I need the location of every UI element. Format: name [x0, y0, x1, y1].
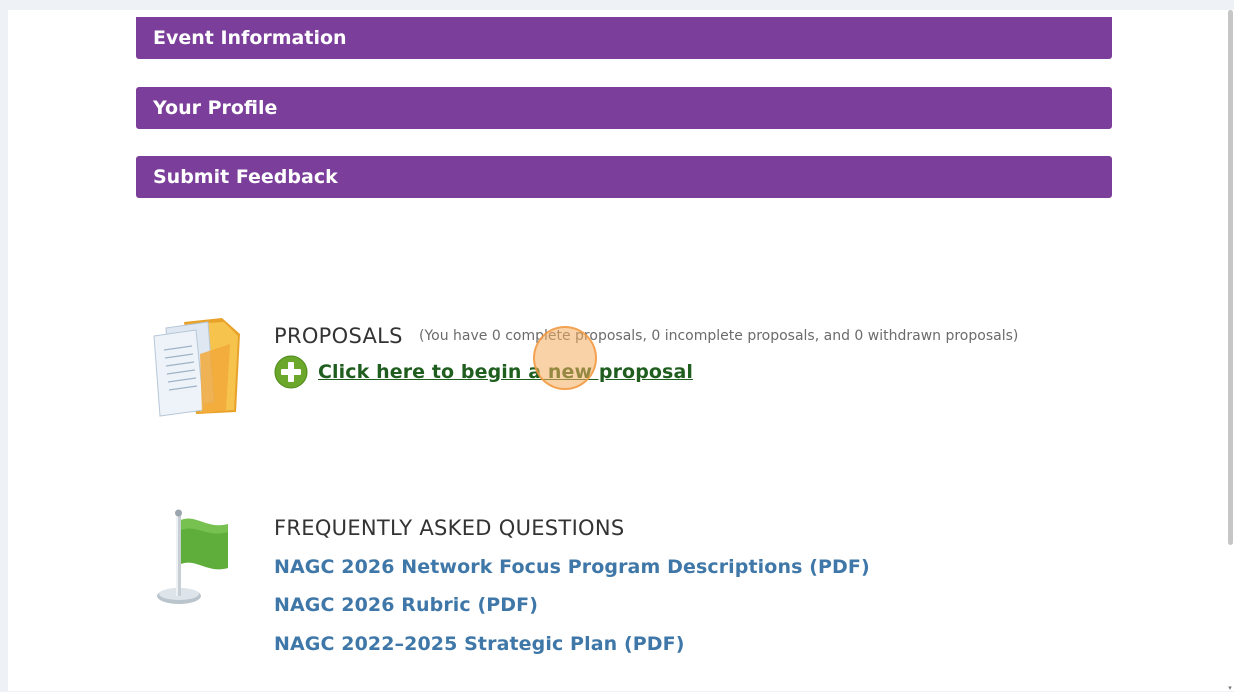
faq-link-network-focus[interactable]: NAGC 2026 Network Focus Program Descript…: [274, 556, 870, 578]
proposals-summary: (You have 0 complete proposals, 0 incomp…: [419, 328, 1019, 344]
begin-new-proposal-label[interactable]: Click here to begin a new proposal: [318, 361, 693, 383]
documents-folder-icon: [144, 314, 242, 422]
faq-link-strategic-plan[interactable]: NAGC 2022–2025 Strategic Plan (PDF): [274, 633, 685, 655]
event-information-accordion[interactable]: Event Information: [136, 17, 1112, 59]
proposals-title: PROPOSALS: [274, 324, 403, 348]
scrollbar-thumb[interactable]: [1228, 10, 1233, 545]
submit-feedback-accordion[interactable]: Submit Feedback: [136, 156, 1112, 198]
faq-link-rubric[interactable]: NAGC 2026 Rubric (PDF): [274, 594, 538, 616]
vertical-scrollbar[interactable]: ▾: [1226, 10, 1234, 692]
faq-title: FREQUENTLY ASKED QUESTIONS: [274, 516, 625, 540]
green-flag-icon: [152, 508, 236, 614]
your-profile-accordion[interactable]: Your Profile: [136, 87, 1112, 129]
begin-new-proposal-link[interactable]: Click here to begin a new proposal: [274, 355, 693, 389]
scroll-down-arrow-icon[interactable]: ▾: [1227, 685, 1233, 692]
add-plus-icon: [274, 355, 308, 389]
